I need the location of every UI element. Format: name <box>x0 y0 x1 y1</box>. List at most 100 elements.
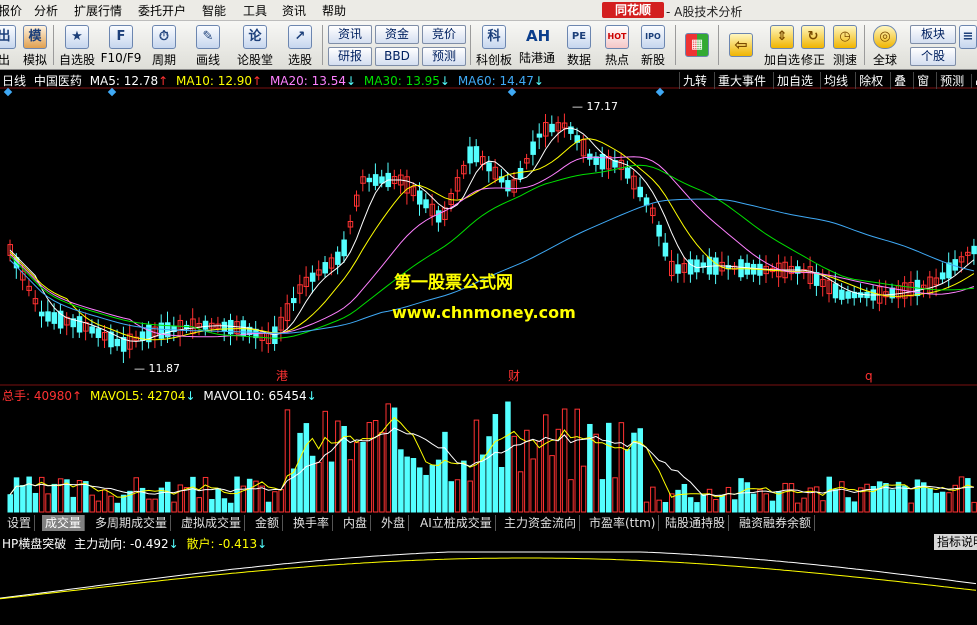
sector-button[interactable]: 板块 <box>910 25 956 44</box>
event-diamond-icon <box>507 87 517 97</box>
volume-bar <box>423 474 429 513</box>
stock-name: 中国医药 <box>33 74 82 88</box>
menu-quote[interactable]: 报价 <box>0 2 22 19</box>
tab-overlay[interactable]: 叠 <box>890 72 909 89</box>
retail-line <box>0 557 977 600</box>
candle <box>423 199 429 209</box>
volume-bar <box>750 493 757 513</box>
bbd-button[interactable]: BBD <box>375 47 419 66</box>
indicator-help-button[interactable]: 指标说明 <box>934 534 977 550</box>
tab-outer-volume[interactable]: 外盘 <box>378 515 410 531</box>
volume-bar <box>190 476 196 513</box>
menu-smart[interactable]: 智能 <box>202 2 226 19</box>
volume-bar <box>461 460 467 513</box>
volume-bar <box>89 494 95 513</box>
volume-bar <box>133 477 139 513</box>
volume-bar <box>568 479 574 513</box>
forum-button[interactable]: 论 论股堂 <box>234 23 276 68</box>
tab-amount[interactable]: 金额 <box>252 515 284 531</box>
candle <box>536 133 543 138</box>
watchlist-button[interactable]: ★ 自选股 <box>58 23 96 68</box>
simulate-button[interactable]: 模 模拟 <box>20 23 50 68</box>
volume-bar <box>354 442 360 513</box>
funds-button[interactable]: 资金 <box>375 25 419 44</box>
menu-trade-account[interactable]: 委托开户 <box>138 2 186 19</box>
tab-virtual-volume[interactable]: 虚拟成交量 <box>178 515 246 531</box>
forecast-button[interactable]: 预测 <box>422 47 466 66</box>
global-button[interactable]: ◎ 全球 <box>868 23 902 68</box>
tab-major-events[interactable]: 重大事件 <box>714 72 769 89</box>
up-arrow-icon: ↑ <box>252 74 263 88</box>
data-button[interactable]: PE 数据 <box>562 23 596 68</box>
volume-bar <box>757 489 763 513</box>
candle <box>637 186 643 198</box>
volume-bar <box>102 489 108 513</box>
tab-hk-holdings[interactable]: 陆股通持股 <box>662 515 730 531</box>
tab-nine-turn[interactable]: 九转 <box>679 72 710 89</box>
tab-pe-ttm[interactable]: 市盈率(ttm) <box>586 515 660 531</box>
menu-bar: 报价 分析 扩展行情 委托开户 智能 工具 资讯 帮助 同花顺 - A股技术分析 <box>0 0 977 21</box>
ipo-button[interactable]: IPO 新股 <box>636 23 670 68</box>
tab-margin-balance[interactable]: 融资融券余额 <box>736 515 816 531</box>
news-button[interactable]: 资讯 <box>328 25 372 44</box>
tab-multi-period-volume[interactable]: 多周期成交量 <box>92 515 172 531</box>
period-button[interactable]: ⏱ 周期 <box>146 23 182 68</box>
tab-forecast[interactable]: 预测 <box>936 72 967 89</box>
menu-tools[interactable]: 工具 <box>243 2 267 19</box>
exit-icon: 出 <box>0 25 16 49</box>
volume-bar <box>442 431 448 513</box>
correct-button[interactable]: ↻ 修正 <box>798 23 828 68</box>
tab-volume[interactable]: 成交量 <box>42 515 86 531</box>
hot-button[interactable]: HOT 热点 <box>600 23 634 68</box>
volume-bar <box>435 459 442 513</box>
f10-button[interactable]: F F10/F9 <box>100 23 142 65</box>
menu-news[interactable]: 资讯 <box>282 2 306 19</box>
menu-extended-quotes[interactable]: 扩展行情 <box>74 2 122 19</box>
volume-bar <box>391 407 398 513</box>
candle <box>486 162 492 172</box>
auction-button[interactable]: 竞价 <box>422 25 466 44</box>
menu-help[interactable]: 帮助 <box>322 2 346 19</box>
single-stock-button[interactable]: 个股 <box>910 47 956 66</box>
ah-icon: AH <box>526 27 551 45</box>
volume-bar <box>221 498 228 513</box>
stock-picker-button[interactable]: ↗ 选股 <box>282 23 318 68</box>
speedtest-button[interactable]: ◷ 测速 <box>830 23 860 68</box>
exit-button[interactable]: 出 出 <box>0 23 16 68</box>
hk-connect-button[interactable]: AH 陆港通 <box>516 23 558 66</box>
volume-bar <box>177 484 184 513</box>
menu-analysis[interactable]: 分析 <box>34 2 58 19</box>
volume-bar <box>228 502 234 513</box>
app-subtitle: - A股技术分析 <box>666 5 743 19</box>
tab-turnover[interactable]: 换手率 <box>290 515 334 531</box>
star-market-button[interactable]: 科 科创板 <box>474 23 514 68</box>
candle <box>39 311 45 317</box>
tab-settings[interactable]: 设置 <box>4 515 36 531</box>
tab-inner-volume[interactable]: 内盘 <box>340 515 372 531</box>
volume-bar <box>902 485 908 513</box>
volume-bar <box>675 489 681 513</box>
volume-bar <box>599 479 606 513</box>
volume-bar <box>624 449 631 513</box>
add-watchlist-button[interactable]: ⇕ 加自选 <box>764 23 800 68</box>
period-label[interactable]: 日线 <box>2 74 26 88</box>
volume-info-bar: 总手: 40980↑ MAVOL5: 42704↓ MAVOL10: 65454… <box>2 387 321 403</box>
tab-window[interactable]: 窗 <box>913 72 932 89</box>
draw-line-button[interactable]: ✎ 画线 <box>190 23 226 68</box>
volume-bar <box>366 422 373 513</box>
candle <box>45 311 51 322</box>
tab-ma-lines[interactable]: 均线 <box>820 72 851 89</box>
layout-button[interactable]: ▦ <box>682 23 712 57</box>
lock-icon[interactable]: ⌂ <box>971 74 977 88</box>
volume-bar <box>448 481 454 513</box>
more-button[interactable]: ≡ <box>958 23 977 49</box>
tab-main-fund-flow[interactable]: 主力资金流向 <box>501 515 581 531</box>
research-button[interactable]: 研报 <box>328 47 372 66</box>
tab-ex-rights[interactable]: 除权 <box>855 72 886 89</box>
volume-bar <box>656 499 662 513</box>
candle <box>467 146 473 164</box>
back-button[interactable]: ⇦ <box>724 23 758 57</box>
tab-add-watchlist[interactable]: 加自选 <box>773 72 816 89</box>
tab-ai-volume[interactable]: AI立桩成交量 <box>417 515 496 531</box>
volume-bar <box>360 441 366 513</box>
